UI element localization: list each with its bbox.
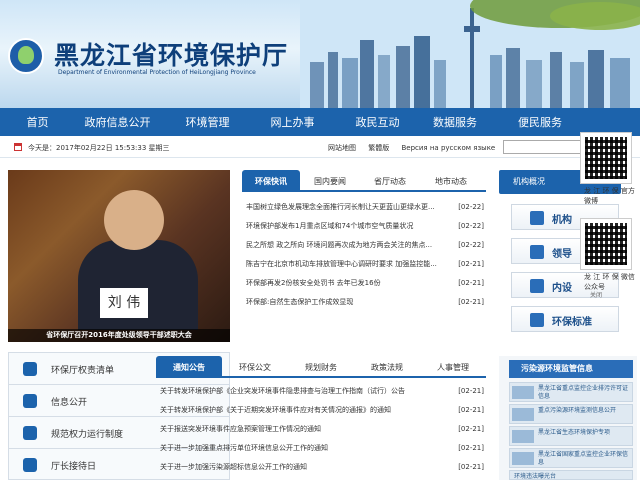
- site-subtitle: Department of Environmental Protection o…: [58, 69, 256, 76]
- notice-panel: 通知公告 环保公文 规划财务 政策法规 人事管理 关于转发环境保护部《企业突发环…: [156, 356, 486, 480]
- tab-finance[interactable]: 规划财务: [288, 356, 354, 376]
- notice-item[interactable]: 关于转发环境保护部《关于近期突发环境事件应对有关情况的通报》的通知 [02-21]: [156, 401, 486, 420]
- link-russian[interactable]: Версия на русском языке: [401, 144, 495, 152]
- tab-env-news[interactable]: 环保快讯: [242, 170, 300, 190]
- emblem-logo[interactable]: [8, 38, 44, 74]
- regulation-icon: [23, 426, 37, 440]
- thumbnail-icon: [512, 452, 534, 465]
- pollution-link[interactable]: 重点污染源环境监测信息公开: [509, 404, 633, 424]
- wechat-qr-code: [580, 218, 632, 270]
- nav-env-management[interactable]: 环境管理: [160, 114, 255, 130]
- news-list: 丰国树立绿色发展理念全面推行河长制让天更蓝山更绿水更... [02-22] 环境保…: [242, 198, 486, 312]
- news-item[interactable]: 民之所想 政之所向 环境问题再次成为地方两会关注的焦点... [02-22]: [242, 236, 486, 255]
- document-icon: [23, 394, 37, 408]
- nav-home[interactable]: 首页: [0, 114, 75, 130]
- photo-caption[interactable]: 省环保厅召开2016年度处级领导干部述职大会: [8, 329, 230, 342]
- site-title: 黑龙江省环境保护厅: [54, 41, 289, 70]
- news-tabs: 环保快讯 国内要闻 省厅动态 地市动态: [242, 170, 486, 192]
- tab-documents[interactable]: 环保公文: [222, 356, 288, 376]
- person-icon: [530, 245, 544, 259]
- tab-policies[interactable]: 政策法规: [354, 356, 420, 376]
- qr-close-button[interactable]: 关闭: [590, 290, 602, 299]
- notice-item[interactable]: 关于进一步加强污染源超标信息公开工作的通知 [02-21]: [156, 458, 486, 477]
- nav-public-services[interactable]: 便民服务: [485, 114, 595, 130]
- pollution-link[interactable]: 黑龙江省国家重点监控企业环保信息: [509, 448, 633, 468]
- wechat-qr-label: 龙 江 环 保 微信公众号: [584, 273, 635, 291]
- info-bar: 今天是：2017年02月22日 15:53:33 星期三 网站地图 繁體版 Ве…: [0, 136, 640, 158]
- pollution-link[interactable]: 黑龙江省生态环境保护专项: [509, 426, 633, 446]
- notice-item[interactable]: 关于报送突发环境事件应急预案管理工作情况的通知 [02-21]: [156, 420, 486, 439]
- photo-nameplate: 刘 伟: [100, 288, 148, 318]
- link-sitemap[interactable]: 网站地图: [328, 144, 356, 152]
- folder-icon: [530, 279, 544, 293]
- microphone-icon: [23, 362, 37, 376]
- thumbnail-icon: [512, 430, 534, 443]
- tab-dept-news[interactable]: 省厅动态: [360, 170, 420, 190]
- notice-tabs: 通知公告 环保公文 规划财务 政策法规 人事管理: [156, 356, 486, 378]
- featured-photo[interactable]: 刘 伟 省环保厅召开2016年度处级领导干部述职大会: [8, 170, 230, 342]
- nav-gov-info[interactable]: 政府信息公开: [75, 114, 160, 130]
- tab-personnel[interactable]: 人事管理: [420, 356, 486, 376]
- pollution-link[interactable]: 环境违法曝光台: [509, 470, 633, 480]
- nav-online-services[interactable]: 网上办事: [255, 114, 330, 130]
- news-item[interactable]: 丰国树立绿色发展理念全面推行河长制让天更蓝山更绿水更... [02-22]: [242, 198, 486, 217]
- nav-interaction[interactable]: 政民互动: [330, 114, 425, 130]
- thumbnail-icon: [512, 408, 534, 421]
- news-item[interactable]: 陈吉宁在北京市机动车排放管理中心调研时要求 加强监控能... [02-21]: [242, 255, 486, 274]
- site-header: 黑龙江省环境保护厅 Department of Environmental Pr…: [0, 0, 640, 108]
- hierarchy-icon: [530, 313, 544, 327]
- notice-list: 关于转发环境保护部《企业突发环境事件隐患排查与治理工作指南（试行）公告 [02-2…: [156, 382, 486, 477]
- current-date: 今天是：2017年02月22日 15:53:33 星期三: [28, 144, 170, 152]
- tab-notices[interactable]: 通知公告: [156, 356, 222, 376]
- calendar-icon: [14, 143, 22, 151]
- notice-item[interactable]: 关于进一步加强重点排污单位环境信息公开工作的通知 [02-21]: [156, 439, 486, 458]
- tab-domestic-news[interactable]: 国内要闻: [300, 170, 360, 190]
- pollution-header[interactable]: 污染源环境监管信息: [509, 360, 633, 378]
- news-item[interactable]: 环境保护部发布1月重点区域和74个城市空气质量状况 [02-22]: [242, 217, 486, 236]
- photo-figure-head: [104, 190, 164, 250]
- news-item[interactable]: 环保部再发2份核安全处罚书 去年已发16份 [02-21]: [242, 274, 486, 293]
- pollution-link[interactable]: 黑龙江省重点监控企业排污许可证信息: [509, 382, 633, 402]
- link-traditional[interactable]: 繁體版: [368, 144, 389, 152]
- phone-icon: [23, 458, 37, 472]
- pollution-panel: 污染源环境监管信息 黑龙江省重点监控企业排污许可证信息 重点污染源环境监测信息公…: [499, 356, 637, 480]
- qr-pattern: [585, 137, 627, 179]
- tab-city-news[interactable]: 地市动态: [420, 170, 482, 190]
- org-chart-icon: [530, 211, 544, 225]
- weibo-qr-label: 龙 江 环 保 官方微博: [584, 187, 635, 205]
- notice-item[interactable]: 关于转发环境保护部《企业突发环境事件隐患排查与治理工作指南（试行）公告 [02-2…: [156, 382, 486, 401]
- news-panel: 环保快讯 国内要闻 省厅动态 地市动态 丰国树立绿色发展理念全面推行河长制让天更…: [242, 170, 486, 330]
- qr-pattern: [585, 223, 627, 265]
- thumbnail-icon: [512, 386, 534, 399]
- top-links: 网站地图 繁體版 Версия на русском языке: [328, 143, 505, 153]
- search-input[interactable]: [503, 140, 583, 154]
- city-skyline-image: [300, 0, 640, 108]
- main-nav: 首页 政府信息公开 环境管理 网上办事 政民互动 数据服务 便民服务: [0, 108, 640, 136]
- news-item[interactable]: 环保部:自然生态保护工作成效显现 [02-21]: [242, 293, 486, 312]
- weibo-qr-code: [580, 132, 632, 184]
- emblem-inner: [18, 46, 34, 64]
- nav-data-services[interactable]: 数据服务: [425, 114, 485, 130]
- org-button-standards[interactable]: 环保标准: [511, 306, 619, 332]
